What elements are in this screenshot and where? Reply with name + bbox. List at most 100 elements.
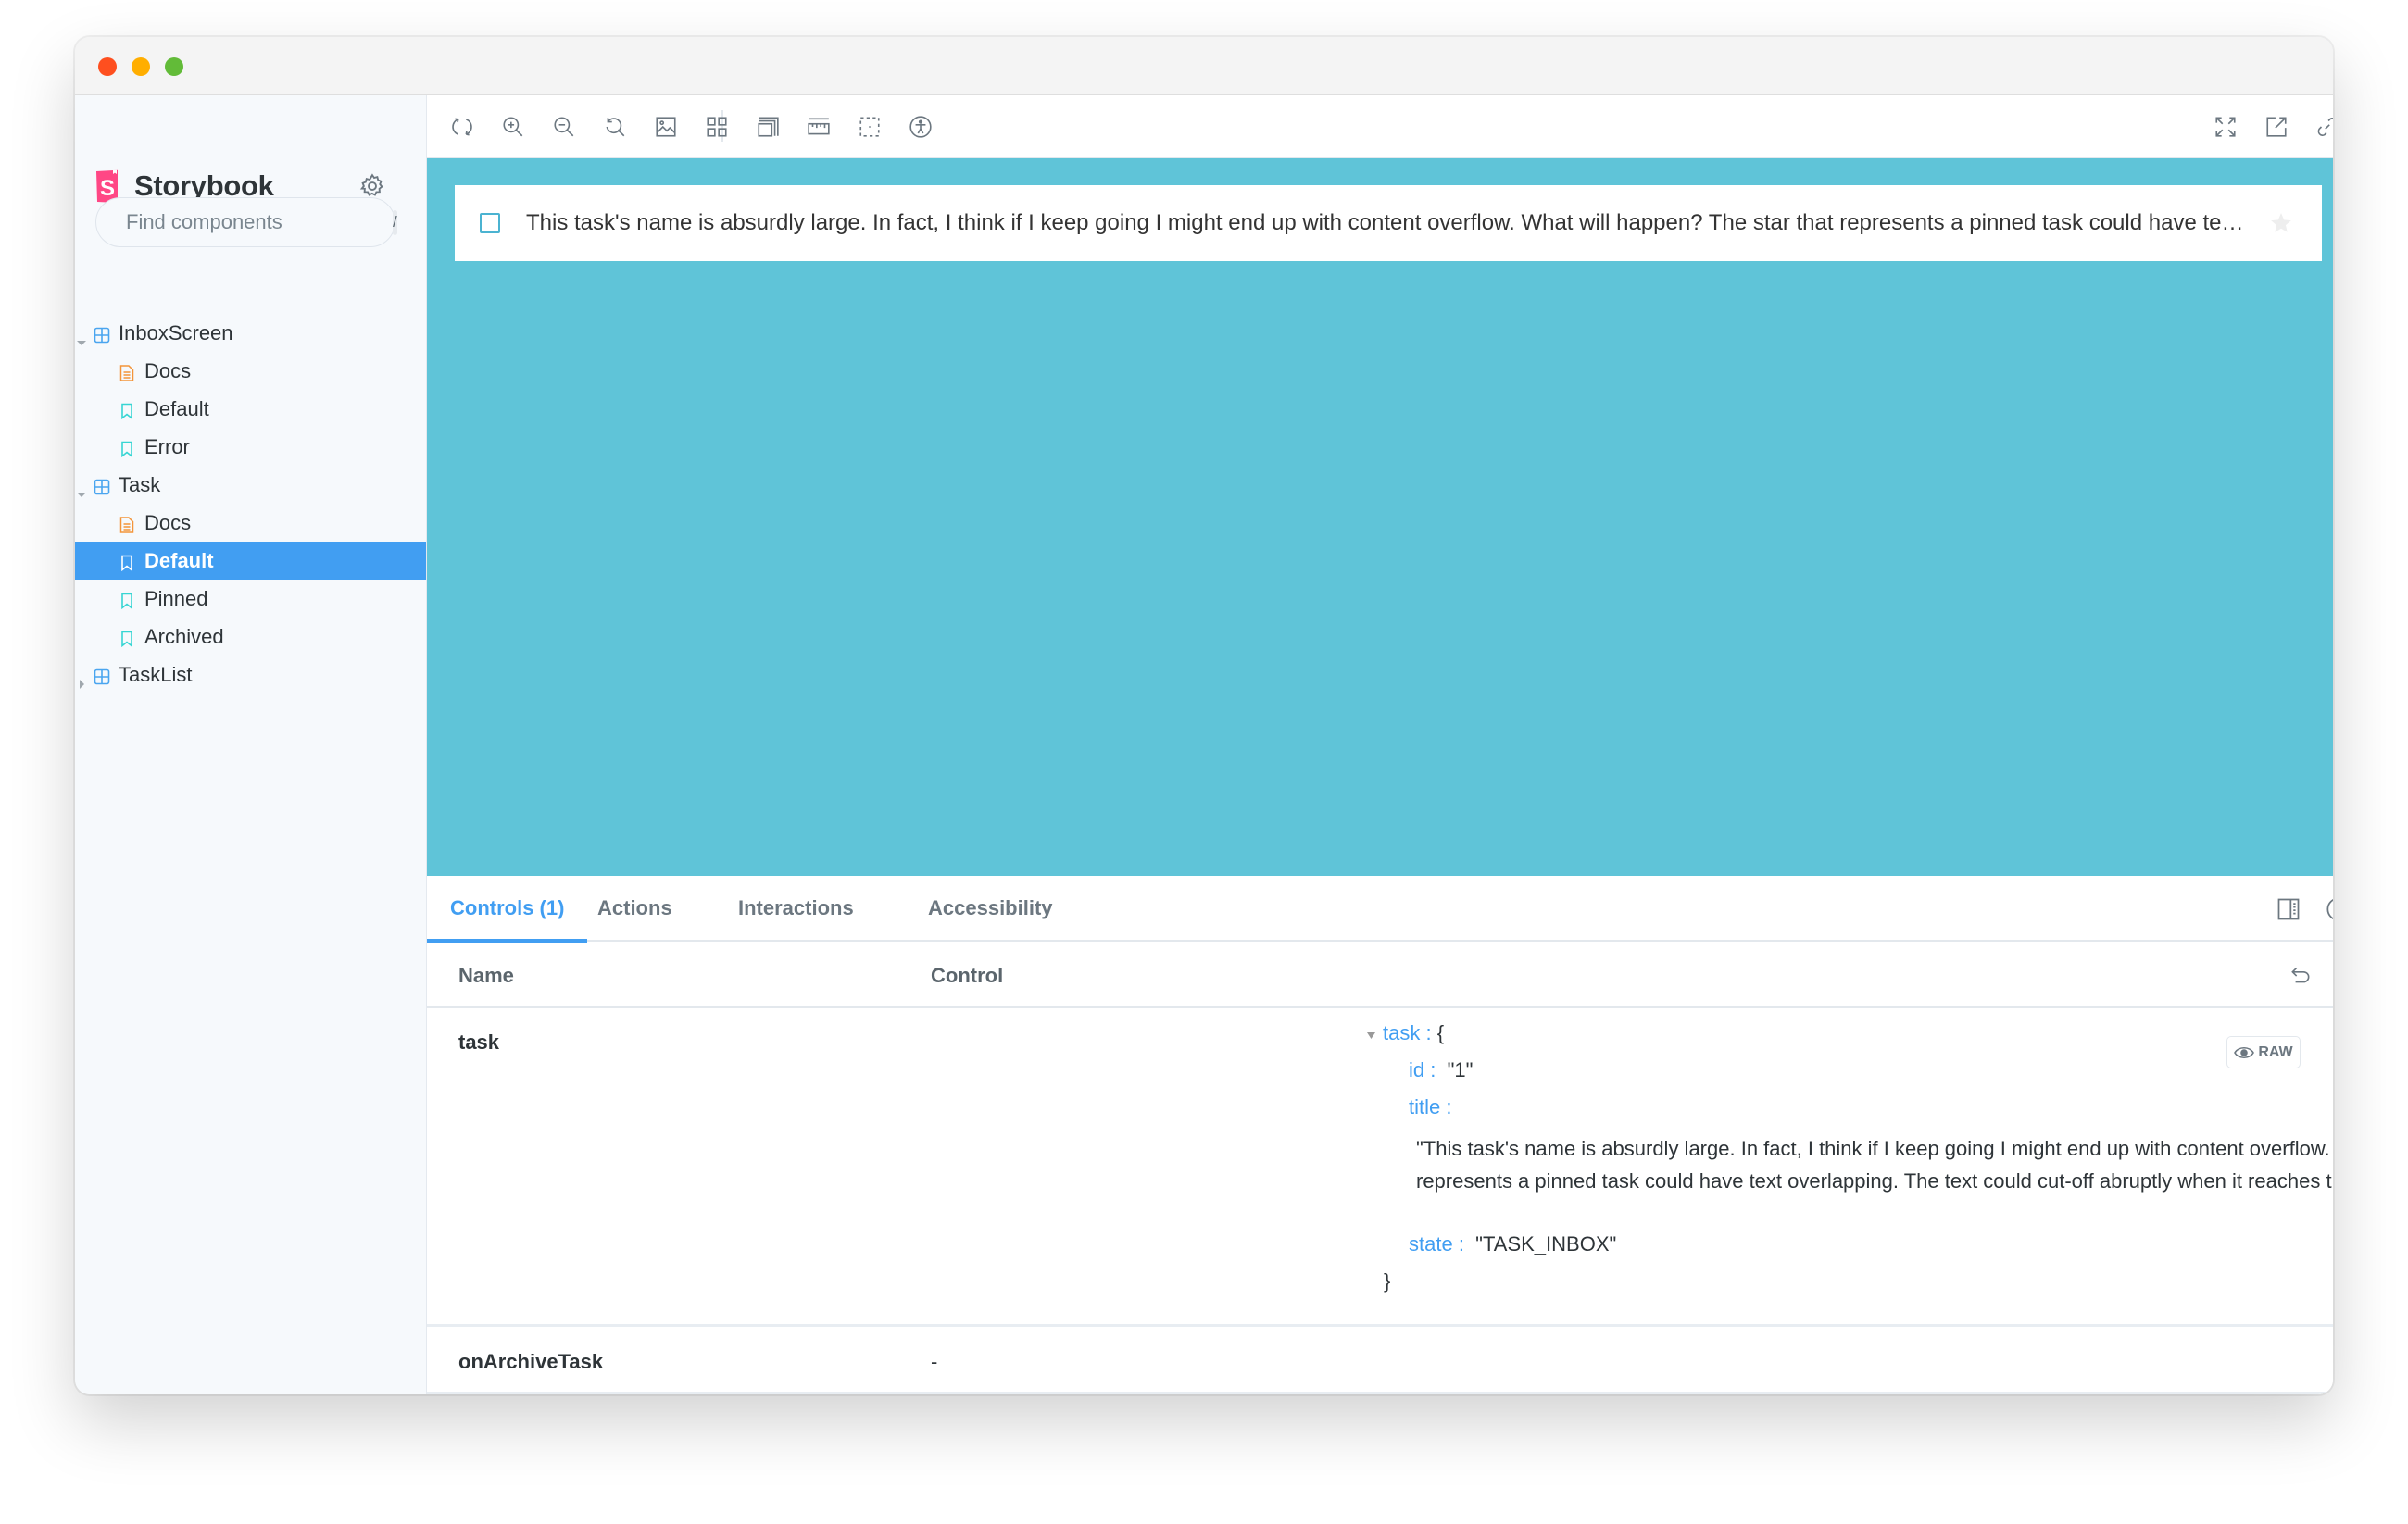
- viewport-icon: [758, 117, 779, 137]
- zoom-in-icon: [503, 117, 523, 137]
- search-shortcut-badge: /: [393, 209, 397, 235]
- bookmark-icon: [119, 401, 134, 419]
- tab-interactions[interactable]: Interactions: [715, 876, 877, 942]
- arg-row-task: task task : { id : "1" title : "This tas…: [427, 1010, 2333, 1327]
- task-checkbox[interactable]: [480, 213, 500, 233]
- document-icon: [119, 515, 134, 533]
- bookmark-icon: [119, 439, 134, 457]
- sidebar-item-label: Docs: [144, 358, 192, 382]
- addon-tabs: Controls (1) Actions Interactions Access…: [427, 876, 2333, 943]
- viewport-button[interactable]: [755, 114, 781, 140]
- arg-row-onarchivetask: onArchiveTask -: [427, 1330, 2333, 1394]
- svg-text:S: S: [100, 176, 115, 201]
- column-control: Control: [931, 964, 1004, 987]
- sidebar-item-inboxscreen[interactable]: InboxScreen: [75, 314, 426, 352]
- accessibility-icon: [909, 116, 932, 138]
- open-new-tab-button[interactable]: [2264, 114, 2289, 140]
- sidebar-item-default[interactable]: Default: [75, 390, 426, 428]
- object-key: title: [1409, 1095, 1441, 1118]
- sidebar-item-label: TaskList: [119, 662, 193, 686]
- open-new-tab-icon: [2266, 117, 2287, 137]
- addons-panel: Controls (1) Actions Interactions Access…: [427, 876, 2333, 1394]
- fullscreen-icon: [2215, 117, 2236, 137]
- sidebar-item-default[interactable]: Default: [75, 542, 426, 580]
- search-input[interactable]: [126, 210, 393, 234]
- raw-toggle-button[interactable]: RAW: [2226, 1036, 2301, 1068]
- accessibility-button[interactable]: [908, 114, 934, 140]
- background-button[interactable]: [653, 114, 679, 140]
- component-icon: [94, 667, 110, 684]
- zoom-in-button[interactable]: [500, 114, 526, 140]
- object-value[interactable]: "This task's name is absurdly large. In …: [1416, 1132, 2333, 1197]
- panel-orientation-icon[interactable]: [2276, 896, 2301, 922]
- sidebar-item-label: Pinned: [144, 586, 208, 610]
- minimize-window-button[interactable]: [132, 57, 150, 76]
- title-bar: [75, 37, 2333, 95]
- maximize-window-button[interactable]: [165, 57, 183, 76]
- chevron-down-icon[interactable]: [77, 329, 86, 345]
- grid-button[interactable]: [704, 114, 730, 140]
- tab-controls[interactable]: Controls (1): [427, 876, 588, 943]
- sidebar-item-archived[interactable]: Archived: [75, 618, 426, 656]
- outline-button[interactable]: [857, 114, 883, 140]
- gear-icon[interactable]: [358, 172, 386, 200]
- remount-icon: [452, 118, 472, 136]
- grid-icon: [707, 117, 727, 137]
- sidebar-item-label: Task: [119, 472, 161, 496]
- sidebar-item-tasklist[interactable]: TaskList: [75, 656, 426, 693]
- close-window-button[interactable]: [98, 57, 117, 76]
- object-key[interactable]: task: [1383, 1021, 1420, 1044]
- copy-link-icon: [2317, 118, 2333, 136]
- remount-button[interactable]: [449, 114, 475, 140]
- document-icon: [119, 363, 134, 381]
- sidebar-item-label: Default: [144, 548, 214, 572]
- args-table-header: Name Control: [427, 943, 2333, 1008]
- copy-link-button[interactable]: [2314, 114, 2333, 140]
- tab-accessibility[interactable]: Accessibility: [905, 876, 1076, 942]
- object-key: id: [1409, 1058, 1425, 1081]
- component-icon: [94, 477, 110, 494]
- object-value[interactable]: "1": [1448, 1058, 1474, 1081]
- star-icon[interactable]: [2269, 211, 2293, 235]
- close-panel-icon[interactable]: [2326, 896, 2333, 922]
- chevron-down-icon[interactable]: [77, 481, 86, 497]
- bookmark-icon: [119, 629, 134, 647]
- sidebar-item-task[interactable]: Task: [75, 466, 426, 504]
- sidebar-item-docs[interactable]: Docs: [75, 352, 426, 390]
- object-key: state: [1409, 1232, 1453, 1255]
- arg-name: onArchiveTask: [458, 1350, 604, 1373]
- bookmark-icon: [119, 553, 134, 571]
- sidebar-item-error[interactable]: Error: [75, 428, 426, 466]
- eye-icon: [2234, 1046, 2255, 1058]
- measure-icon: [808, 118, 830, 135]
- sidebar-item-label: InboxScreen: [119, 320, 233, 344]
- fullscreen-button[interactable]: [2213, 114, 2239, 140]
- zoom-out-button[interactable]: [551, 114, 577, 140]
- bookmark-icon: [119, 591, 134, 609]
- chevron-right-icon[interactable]: [77, 670, 86, 689]
- story-tree: InboxScreen Docs Default Error Task Docs Defau…: [75, 314, 426, 693]
- background-icon: [656, 117, 676, 137]
- story-preview: This task's name is absurdly large. In f…: [427, 158, 2333, 876]
- task-item: This task's name is absurdly large. In f…: [455, 185, 2322, 261]
- sidebar-item-docs[interactable]: Docs: [75, 504, 426, 542]
- zoom-out-icon: [554, 117, 574, 137]
- arg-name: task: [458, 1031, 500, 1054]
- measure-button[interactable]: [806, 114, 832, 140]
- app-window: S Storybook / InboxScreenDocsDefaultErro…: [75, 37, 2333, 1394]
- object-value[interactable]: "TASK_INBOX": [1475, 1232, 1616, 1255]
- sidebar-item-pinned[interactable]: Pinned: [75, 580, 426, 618]
- search-box[interactable]: /: [95, 197, 397, 247]
- column-name: Name: [458, 964, 514, 987]
- reset-zoom-button[interactable]: [602, 114, 628, 140]
- sidebar-item-label: Default: [144, 396, 209, 420]
- object-close-brace: }: [1384, 1269, 1391, 1293]
- task-title[interactable]: This task's name is absurdly large. In f…: [526, 210, 2249, 236]
- collapse-toggle-icon[interactable]: [1367, 1032, 1375, 1039]
- reset-zoom-icon: [606, 118, 625, 137]
- outline-icon: [859, 117, 880, 137]
- toolbar: [427, 95, 2333, 158]
- tab-actions[interactable]: Actions: [574, 876, 696, 942]
- reset-controls-icon[interactable]: [2289, 963, 2313, 987]
- arg-control-value: -: [931, 1350, 938, 1373]
